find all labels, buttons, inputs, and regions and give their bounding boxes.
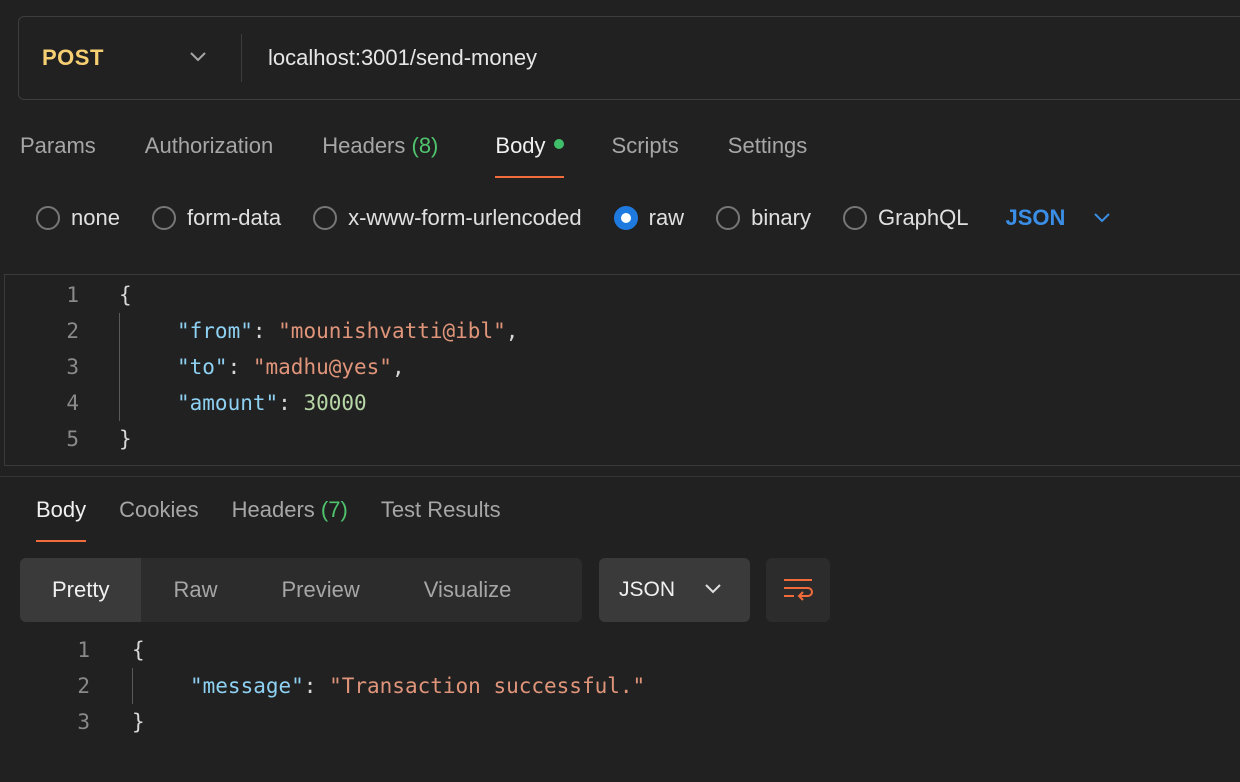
code-line: 1{ [16,632,145,668]
tab-label: Authorization [144,133,274,158]
view-visualize[interactable]: Visualize [392,558,544,622]
code-line: 3} [16,704,145,740]
code-text: { [132,638,145,662]
chevron-down-icon [1094,213,1111,223]
code-line: 2 "from": "mounishvatti@ibl", [5,313,518,349]
radio-circle-icon [313,206,338,230]
radio-raw[interactable]: raw [613,205,685,231]
line-number: 4 [66,391,79,415]
radio-circle-icon [36,206,60,230]
code-line: 4 "amount": 30000 [5,385,367,421]
json-string: "Transaction successful." [329,674,646,698]
radio-label: GraphQL [878,205,969,230]
line-number: 1 [77,638,90,662]
tab-headers[interactable]: Headers (8) [322,126,438,178]
language-label: JSON [1005,205,1066,230]
tab-scripts[interactable]: Scripts [612,126,679,178]
tab-test-results[interactable]: Test Results [381,490,501,542]
tab-response-cookies[interactable]: Cookies [119,490,198,542]
tab-label: Test Results [380,497,501,522]
radio-graphql[interactable]: GraphQL [843,205,969,231]
tab-label: Settings [727,133,808,158]
modified-dot-icon [553,139,564,150]
method-dropdown[interactable]: POST [19,17,241,99]
json-key: "amount" [177,391,279,415]
tab-body[interactable]: Body [495,126,564,178]
line-number: 5 [66,427,79,451]
tab-label: Headers [322,133,406,158]
response-format-dropdown[interactable]: JSON [599,558,750,622]
tab-params[interactable]: Params [20,126,96,178]
pane-splitter[interactable] [0,476,1240,477]
radio-none[interactable]: none [36,205,120,231]
json-key: "to" [177,355,228,379]
line-number: 2 [77,674,90,698]
response-body-viewer[interactable]: 1{ 2 "message": "Transaction successful."… [16,632,1240,740]
radio-label: none [71,205,120,230]
view-mode-selector: Pretty Raw Preview Visualize [20,558,582,622]
line-number: 1 [66,283,79,307]
radio-label: x-www-form-urlencoded [348,205,582,230]
format-label: JSON [619,578,676,601]
radio-form-data[interactable]: form-data [151,205,282,231]
tab-label: Cookies [119,497,199,522]
code-text: { [119,283,132,307]
code-line: 5} [5,421,132,457]
line-number: 3 [66,355,79,379]
chevron-down-icon [705,584,721,594]
method-label: POST [42,45,104,70]
request-body-editor[interactable]: 1{ 2 "from": "mounishvatti@ibl", 3 "to": "… [4,274,1240,466]
wrap-lines-button[interactable] [766,558,830,622]
body-type-radios: none form-data x-www-form-urlencoded raw… [36,196,1111,240]
headers-count: (8) [411,133,439,158]
tab-response-headers[interactable]: Headers (7) [232,490,348,542]
json-key: "from" [177,319,253,343]
json-number: 30000 [303,391,367,415]
view-raw[interactable]: Raw [141,558,249,622]
tab-label: Headers [231,497,315,522]
radio-circle-icon [151,206,176,230]
code-line: 3 "to": "madhu@yes", [5,349,404,385]
tab-label: Scripts [611,133,679,158]
code-text: } [119,427,132,451]
request-tabs: Params Authorization Headers (8) Body Sc… [20,126,807,182]
chevron-down-icon [190,52,206,62]
json-string: "mounishvatti@ibl" [278,319,506,343]
tab-label: Body [36,497,87,522]
radio-label: raw [648,205,685,230]
response-tabs: Body Cookies Headers (7) Test Results [36,490,501,542]
tab-label: Body [495,133,546,158]
radio-circle-icon [716,206,741,230]
code-line: 1{ [5,277,132,313]
code-text: } [132,710,145,734]
json-key: "message" [190,674,304,698]
tab-authorization[interactable]: Authorization [145,126,273,178]
radio-urlencoded[interactable]: x-www-form-urlencoded [313,205,582,231]
tab-label: Params [20,133,96,158]
line-number: 3 [77,710,90,734]
headers-count: (7) [320,497,348,522]
radio-binary[interactable]: binary [716,205,811,231]
tab-response-body[interactable]: Body [36,490,87,542]
tab-settings[interactable]: Settings [728,126,808,178]
radio-selected-icon [613,206,638,230]
url-input[interactable]: localhost:3001/send-money [242,45,537,71]
json-string: "madhu@yes" [252,355,392,379]
radio-circle-icon [843,206,867,230]
radio-label: binary [751,205,811,230]
body-language-dropdown[interactable]: JSON [1006,205,1112,231]
request-url-bar: POST localhost:3001/send-money [18,16,1240,100]
wrap-lines-icon [784,579,813,601]
view-preview[interactable]: Preview [249,558,391,622]
view-pretty[interactable]: Pretty [20,558,142,622]
radio-label: form-data [186,205,282,230]
code-line: 2 "message": "Transaction successful." [16,668,645,704]
line-number: 2 [66,319,79,343]
